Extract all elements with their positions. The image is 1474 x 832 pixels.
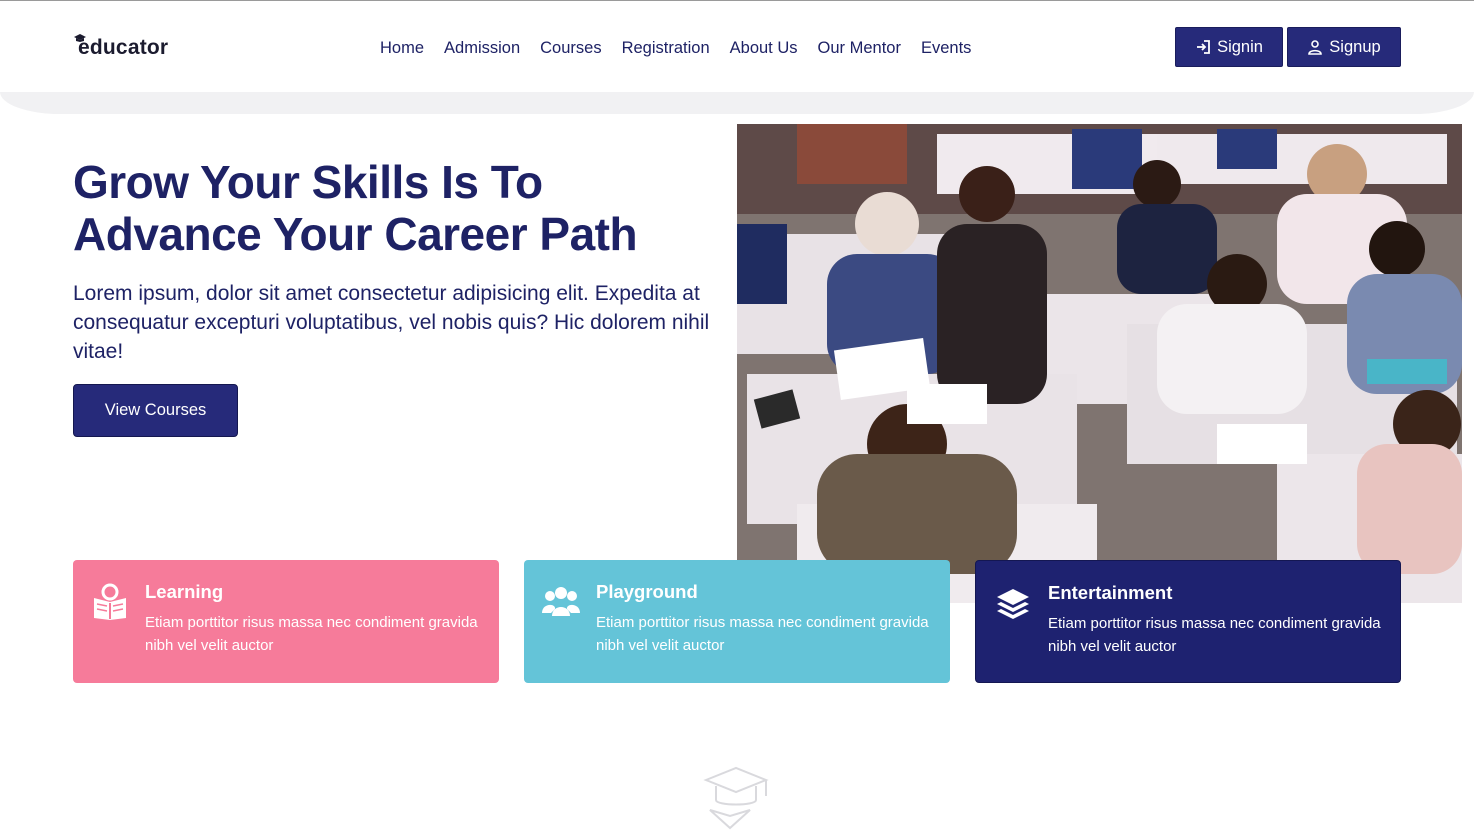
feature-card-entertainment[interactable]: Entertainment Etiam porttitor risus mass… bbox=[975, 560, 1401, 683]
header-shadow bbox=[0, 92, 1474, 114]
feature-text: Etiam porttitor risus massa nec condimen… bbox=[145, 614, 478, 654]
nav-events[interactable]: Events bbox=[911, 37, 981, 59]
sign-in-icon bbox=[1197, 40, 1210, 54]
user-icon bbox=[1308, 40, 1323, 55]
hero-description: Lorem ipsum, dolor sit amet consectetur … bbox=[73, 282, 710, 363]
signin-button[interactable]: Signin bbox=[1175, 27, 1283, 67]
signin-label: Signin bbox=[1217, 37, 1263, 56]
users-icon bbox=[542, 587, 580, 616]
reading-icon bbox=[94, 583, 126, 620]
site-header: educator Home Admission Courses Registra… bbox=[0, 1, 1474, 92]
logo[interactable]: educator bbox=[74, 32, 168, 60]
feature-card-learning[interactable]: Learning Etiam porttitor risus massa nec… bbox=[73, 560, 499, 683]
feature-card-playground[interactable]: Playground Etiam porttitor risus massa n… bbox=[524, 560, 950, 683]
feature-text: Etiam porttitor risus massa nec condimen… bbox=[1048, 615, 1381, 655]
nav-about-us[interactable]: About Us bbox=[720, 37, 808, 59]
feature-title: Playground bbox=[596, 581, 698, 602]
logo-text: educator bbox=[78, 36, 169, 59]
graduation-cap-icon bbox=[74, 34, 86, 42]
nav-courses[interactable]: Courses bbox=[530, 37, 611, 59]
hero-title: Grow Your Skills Is To Advance Your Care… bbox=[73, 156, 638, 260]
signup-label: Signup bbox=[1329, 37, 1381, 56]
nav-admission[interactable]: Admission bbox=[434, 37, 530, 59]
feature-title: Learning bbox=[145, 581, 224, 602]
nav-our-mentor[interactable]: Our Mentor bbox=[808, 37, 911, 59]
graduation-decoration-icon bbox=[703, 766, 769, 830]
nav-registration[interactable]: Registration bbox=[612, 37, 720, 59]
signup-button[interactable]: Signup bbox=[1287, 27, 1401, 67]
layers-icon bbox=[997, 589, 1029, 619]
feature-text: Etiam porttitor risus massa nec condimen… bbox=[596, 614, 929, 654]
view-courses-button[interactable]: View Courses bbox=[73, 384, 238, 437]
feature-title: Entertainment bbox=[1048, 582, 1173, 603]
classroom-image bbox=[737, 124, 1462, 603]
nav-home[interactable]: Home bbox=[370, 37, 434, 59]
main-nav: Home Admission Courses Registration Abou… bbox=[370, 37, 981, 59]
